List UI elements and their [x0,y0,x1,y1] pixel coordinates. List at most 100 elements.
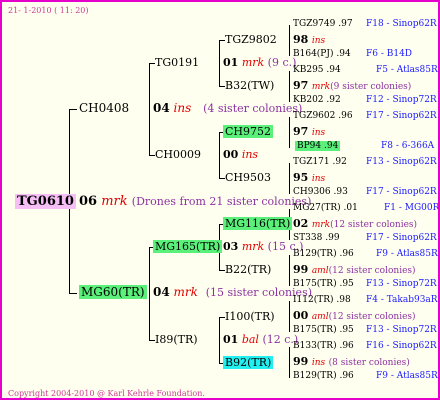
queen-upper-year: 04 [153,101,170,115]
g5-13: 02 mrk(12 sister colonies) [293,217,418,230]
gen3-c-year: 03 [223,240,239,253]
gen4-a2: B32(TW) [225,79,275,92]
g5-8: BP94 .94 [295,141,341,151]
line-root-to-upper [69,109,77,110]
g5-9-loc: F13 - Sinop62R [366,157,437,167]
gen3-c: MG165(TR) [153,240,223,253]
root-type: mrk [101,194,128,209]
line-g5-6 [289,255,290,286]
root-note: (Drones from 21 sister colonies) [131,195,312,208]
g5-12: MG27(TR) .01 [293,203,358,213]
gen3-b-year: 00 [223,148,239,161]
line-g5-8 [289,347,290,378]
queen-upper-id: CH0408 [79,101,130,115]
line-upper-vertical [149,63,150,156]
g5-22: 99 ins (8 sister colonies) [293,355,410,368]
queen-lower-id: MG60(TR) [79,285,147,299]
line-g5-3 [289,117,290,148]
g5-10: 95 ins [293,171,326,184]
g5-3: KB295 .94 [293,65,341,75]
root-year: 06 [79,194,98,209]
g5-11-loc: F17 - Sinop62R [366,187,437,197]
g5-11: CH9306 .93 [293,187,348,197]
g5-15-loc: F9 - Atlas85R [376,249,438,259]
g5-15: B129(TR) .96 [293,249,354,259]
g5-18: I112(TR) .98 [293,295,351,305]
g5-17-loc: F13 - Sinop72R [366,279,437,289]
g5-0: TGZ9749 .97 [293,19,353,29]
gen3-a-detail: 01 mrk (9 c.) [223,56,296,69]
queen-lower-type: mrk [173,285,198,299]
g5-0-loc: F18 - Sinop62R [366,19,437,29]
gen4-b2: CH9503 [225,171,272,184]
g5-7: 97 ins [293,125,326,138]
g5-6-loc: F17 - Sinop62R [366,111,437,121]
queen-lower: MG60(TR) [79,285,147,299]
gen4-d2: B92(TR) [223,356,274,369]
g5-12-loc: F1 - MG00R [384,203,440,213]
gen4-c2: B22(TR) [225,263,272,276]
g5-6: TGZ9602 .96 [293,111,353,121]
gen3-c-id: MG165(TR) [153,240,223,253]
g5-8-loc: F8 - 6-366A [381,141,435,151]
gen4-c1-box: MG116(TR) [223,217,293,230]
gen4-d2-box: B92(TR) [223,356,274,369]
queen-upper-detail: 04 ins (4 sister colonies) [153,101,303,116]
line-b-vertical [219,132,220,179]
g5-19: 00 aml(12 sister colonies) [293,309,416,322]
line-lower-vertical [149,247,150,340]
gen3-d-year: 01 [223,333,239,346]
gen3-d-type: bal [241,333,259,346]
line-g5-2 [289,71,290,102]
gen3-d-detail: 01 bal (12 c.) [223,333,298,346]
header-timestamp: 21- 1-2010 ( 11: 20) [8,6,89,15]
line-g5-4 [289,163,290,194]
g5-2-loc: F6 - B14D [366,49,413,59]
g5-2: B164(PJ) .94 [293,49,351,59]
g5-21: B133(TR) .96 [293,341,354,351]
footer-copyright: Copyright 2004-2010 @ Karl Kehrle Founda… [8,389,205,398]
line-g5-1 [289,25,290,56]
g5-14: ST338 .99 [293,233,340,243]
root-queen: TG0610 [15,194,76,210]
queen-upper-type: ins [173,101,192,115]
g5-14-loc: F17 - Sinop62R [366,233,437,243]
line-a-vertical [219,40,220,87]
g5-18-loc: F4 - Takab93aR [366,295,438,305]
g5-9: TGZ171 .92 [293,157,347,167]
gen3-b-id: CH0009 [155,148,202,161]
gen4-c1: MG116(TR) [223,217,293,230]
root-id: TG0610 [15,194,76,209]
gen3-c-type: mrk [241,240,265,253]
line-d-vertical [219,317,220,363]
gen4-b1: CH9752 [223,125,274,138]
gen3-a-type: mrk [241,56,265,69]
gen3-d-id: I89(TR) [155,333,198,346]
gen4-a1: TGZ9802 [225,33,277,46]
gen4-b1-box: CH9752 [223,125,274,138]
g5-23: B129(TR) .96 [293,371,354,381]
queen-lower-year: 04 [153,285,170,299]
g5-3-loc: F5 - Atlas85R [376,65,438,75]
g5-17: B175(TR) .95 [293,279,354,289]
pedigree-frame: 21- 1-2010 ( 11: 20) TG0610 06 mrk (Dron… [0,0,440,400]
root-detail: 06 mrk (Drones from 21 sister colonies) [79,194,311,210]
g5-5: KB202 .92 [293,95,341,105]
g5-23-loc: F9 - Atlas85R [376,371,438,381]
g5-4: 97 mrk(9 sister colonies) [293,79,412,92]
line-root-to-lower [69,293,77,294]
g5-1: 98 ins [293,33,326,46]
g5-16: 99 aml(12 sister colonies) [293,263,416,276]
g5-5-loc: F12 - Sinop72R [366,95,437,105]
gen3-b-type: ins [241,148,259,161]
g5-20: B175(TR) .95 [293,325,354,335]
line-g5-7 [289,301,290,332]
gen3-c-detail: 03 mrk (15 c.) [223,240,303,253]
queen-lower-detail: 04 mrk (15 sister colonies) [153,285,312,300]
gen3-b-detail: 00 ins [223,148,258,161]
gen4-d1: I100(TR) [225,310,275,323]
g5-20-loc: F13 - Sinop72R [366,325,437,335]
queen-upper-note: (4 sister colonies) [203,102,303,115]
gen3-a-year: 01 [223,56,239,69]
g5-21-loc: F16 - Sinop62R [366,341,437,351]
